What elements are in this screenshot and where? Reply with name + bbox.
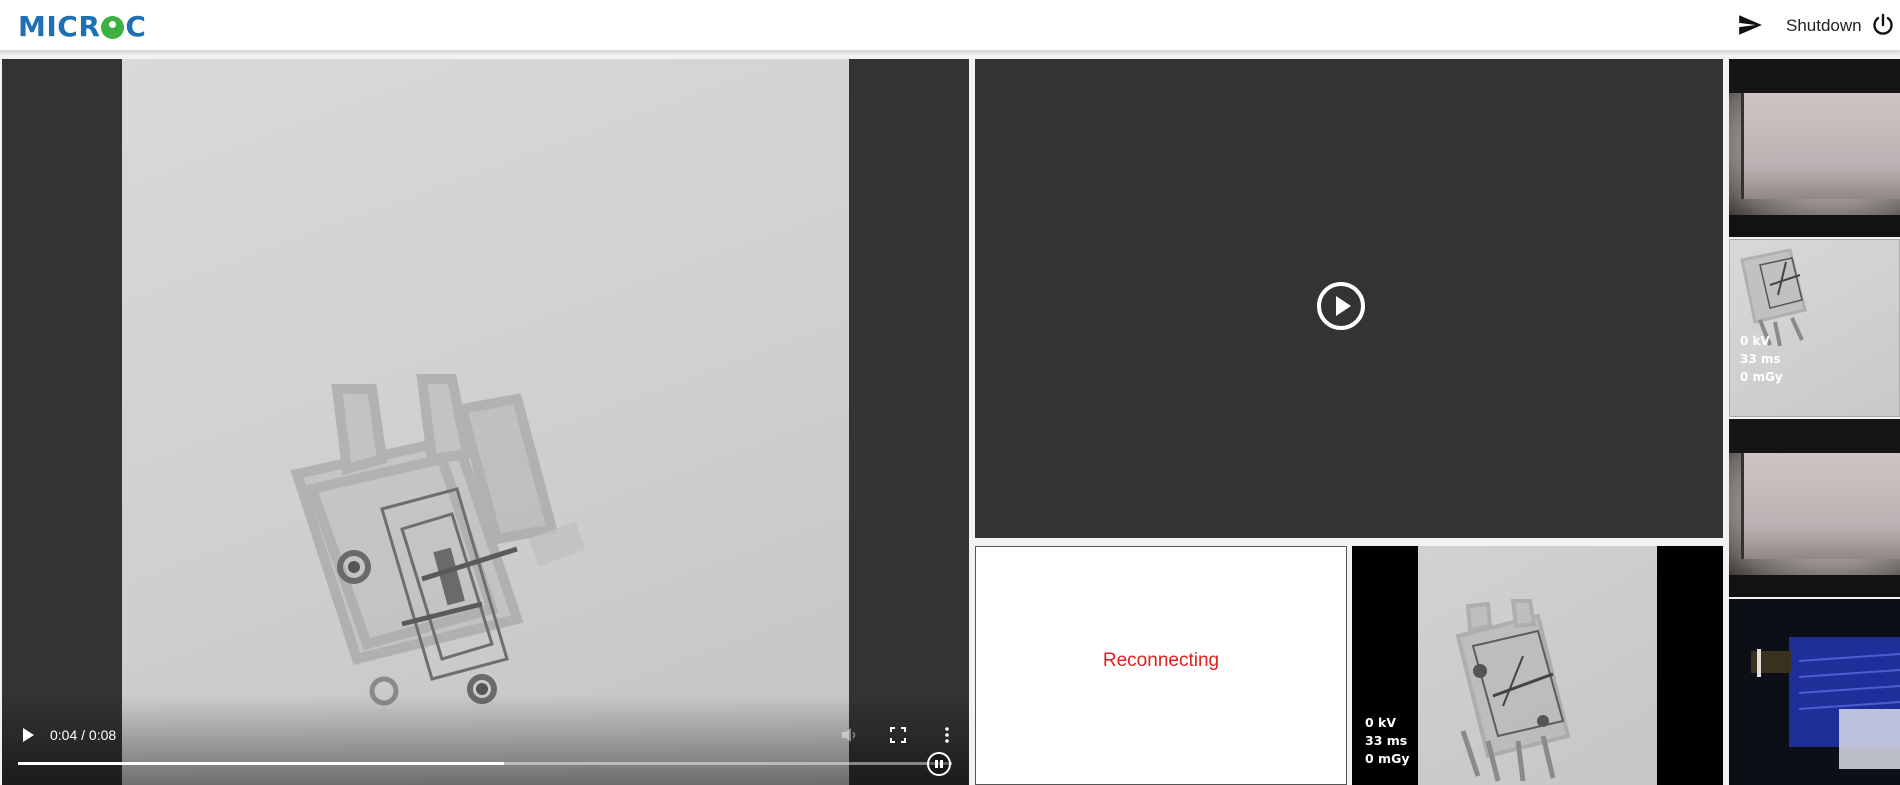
camera-thumbnail-list: 0 kV 33 ms 0 mGy xyxy=(1729,59,1900,785)
thumbnail-ms: 33 ms xyxy=(1740,352,1781,366)
xray-video-frame xyxy=(122,59,849,785)
main-video-player[interactable]: 0:04 / 0:08 xyxy=(2,59,969,785)
camera-image-object xyxy=(1741,449,1900,559)
ms-readout: 33 ms xyxy=(1365,733,1408,748)
thumbnail-kv: 0 kV xyxy=(1740,334,1770,348)
more-options-icon[interactable] xyxy=(938,726,956,744)
thumbnail-camera-3[interactable] xyxy=(1729,599,1900,785)
play-circle-icon[interactable] xyxy=(1316,281,1366,331)
camera-image-top xyxy=(1729,59,1900,93)
xray-exposure-readout: 0 kV 33 ms 0 mGy xyxy=(1365,714,1409,768)
mgy-readout: 0 mGy xyxy=(1365,751,1410,766)
logo-text-left: MICR xyxy=(18,9,101,43)
fullscreen-icon[interactable] xyxy=(890,727,906,743)
power-icon[interactable] xyxy=(1871,13,1895,37)
play-icon[interactable] xyxy=(20,727,36,743)
shutdown-button[interactable]: Shutdown xyxy=(1786,16,1862,36)
reconnecting-status: Reconnecting xyxy=(1102,650,1220,671)
xray-live-image xyxy=(1418,546,1657,785)
thumbnail-exposure-readout: 0 kV 33 ms 0 mGy xyxy=(1740,332,1783,386)
thumbnail-mgy: 0 mGy xyxy=(1740,370,1783,384)
xray-live-panel[interactable]: 0 kV 33 ms 0 mGy xyxy=(1352,546,1723,785)
camera-room-image xyxy=(1729,599,1900,785)
secondary-video-player[interactable] xyxy=(975,59,1723,538)
xray-device-small-image xyxy=(1455,599,1571,782)
video-time-display: 0:04 / 0:08 xyxy=(50,727,117,743)
logo-text-right: C xyxy=(125,9,147,43)
video-progress-bar[interactable] xyxy=(18,762,952,765)
xray-device-image xyxy=(290,374,586,706)
video-controls-bar xyxy=(2,695,969,785)
video-progress-fill xyxy=(18,762,504,765)
kv-readout: 0 kV xyxy=(1365,715,1397,730)
thumbnail-camera-1[interactable] xyxy=(1729,59,1900,237)
reconnecting-stream-panel: Reconnecting xyxy=(975,546,1347,785)
thumbnail-camera-2[interactable] xyxy=(1729,419,1900,597)
progress-scrubber-handle[interactable] xyxy=(927,752,951,776)
camera-image-top xyxy=(1729,419,1900,453)
microoc-logo[interactable]: MICR C xyxy=(18,9,147,43)
logo-o-icon xyxy=(101,15,125,39)
send-icon[interactable] xyxy=(1737,12,1763,38)
thumbnail-xray[interactable]: 0 kV 33 ms 0 mGy xyxy=(1729,239,1900,417)
top-bar: MICR C Shutdown xyxy=(0,0,1900,51)
xray-thumbnail-image xyxy=(1740,248,1807,347)
volume-icon[interactable] xyxy=(840,726,858,744)
camera-image-object xyxy=(1741,89,1900,199)
